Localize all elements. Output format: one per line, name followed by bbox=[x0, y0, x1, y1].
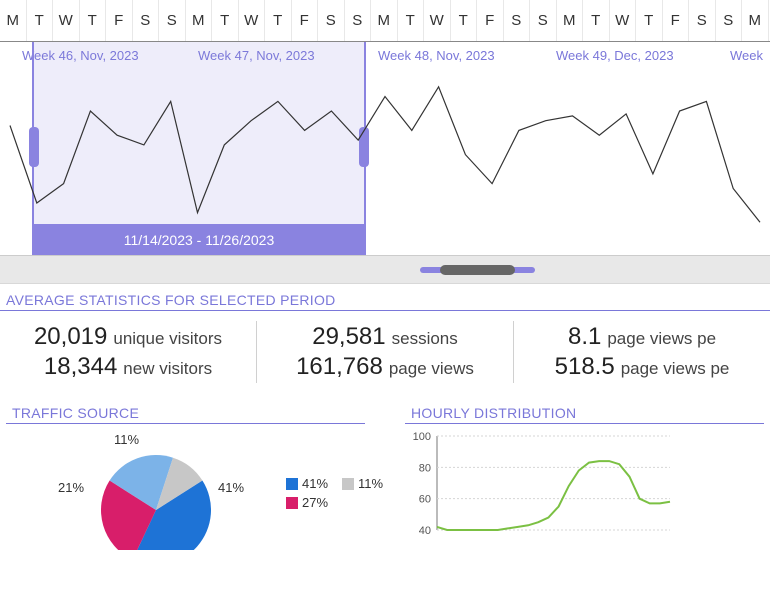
dow-cell: S bbox=[504, 0, 531, 41]
stat-col-2: 29,581 sessions 161,768 page views bbox=[257, 321, 514, 383]
stat-line: 20,019 unique visitors bbox=[18, 323, 238, 351]
stat-col-1: 20,019 unique visitors 18,344 new visitors bbox=[0, 321, 257, 383]
dow-cell: S bbox=[159, 0, 186, 41]
stat-number: 18,344 bbox=[44, 353, 117, 380]
stat-label: page views bbox=[389, 359, 474, 378]
dow-cell: T bbox=[583, 0, 610, 41]
dow-cell: S bbox=[716, 0, 743, 41]
legend-swatch bbox=[286, 497, 298, 509]
week-label: Week 48, Nov, 2023 bbox=[378, 48, 495, 63]
dow-cell: W bbox=[424, 0, 451, 41]
dow-cell: F bbox=[106, 0, 133, 41]
stat-line: 161,768 page views bbox=[275, 353, 495, 381]
legend-text: 41% bbox=[302, 476, 328, 491]
traffic-source-title: TRAFFIC SOURCE bbox=[6, 397, 365, 424]
dow-cell: T bbox=[636, 0, 663, 41]
stat-number: 161,768 bbox=[296, 353, 383, 380]
timeline-chart[interactable]: Week 46, Nov, 2023Week 47, Nov, 2023Week… bbox=[0, 42, 770, 256]
stat-label: page views pe bbox=[607, 329, 716, 348]
dow-cell: S bbox=[345, 0, 372, 41]
stat-col-3: 8.1 page views pe 518.5 page views pe bbox=[514, 321, 770, 383]
dow-cell: S bbox=[318, 0, 345, 41]
stat-line: 8.1 page views pe bbox=[532, 323, 752, 351]
traffic-source-pie: 11% 21% 41% 41%11%27% bbox=[6, 430, 365, 550]
dow-cell: M bbox=[0, 0, 27, 41]
y-tick-label: 60 bbox=[419, 494, 431, 506]
dow-cell: T bbox=[212, 0, 239, 41]
dow-cell: S bbox=[133, 0, 160, 41]
stat-label: unique visitors bbox=[113, 329, 222, 348]
scrollbar-thumb[interactable] bbox=[440, 265, 515, 275]
y-tick-label: 80 bbox=[419, 462, 431, 474]
dow-cell: T bbox=[398, 0, 425, 41]
dow-cell: T bbox=[27, 0, 54, 41]
dow-cell: F bbox=[663, 0, 690, 41]
dow-cell: M bbox=[742, 0, 769, 41]
hourly-dist-chart: 40 60 80 100 bbox=[405, 430, 764, 550]
dow-cell: W bbox=[239, 0, 266, 41]
stat-number: 518.5 bbox=[555, 353, 615, 380]
dow-cell: W bbox=[610, 0, 637, 41]
dow-cell: F bbox=[477, 0, 504, 41]
legend-text: 27% bbox=[302, 495, 328, 510]
dow-cell: S bbox=[530, 0, 557, 41]
stat-number: 20,019 bbox=[34, 323, 107, 350]
legend-row: 41% 11% bbox=[286, 476, 393, 491]
pie-label-41: 41% bbox=[218, 480, 244, 495]
week-label: Week 49, Dec, 2023 bbox=[556, 48, 674, 63]
hourly-dist-title: HOURLY DISTRIBUTION bbox=[405, 397, 764, 424]
y-tick-label: 40 bbox=[419, 525, 431, 537]
dow-header: MTWTFSSMTWTFSSMTWTFSSMTWTFSSMT bbox=[0, 0, 770, 42]
stat-label: new visitors bbox=[123, 359, 212, 378]
pie-legend: 41% 11% 27% bbox=[286, 476, 393, 514]
pie-label-21: 21% bbox=[58, 480, 84, 495]
dow-cell: W bbox=[53, 0, 80, 41]
legend-row: 27% bbox=[286, 495, 393, 510]
week-label: Week bbox=[730, 48, 763, 63]
stat-number: 8.1 bbox=[568, 323, 601, 350]
stat-line: 18,344 new visitors bbox=[18, 353, 238, 381]
dow-cell: M bbox=[371, 0, 398, 41]
hourly-svg: 40 60 80 100 bbox=[405, 430, 675, 540]
stat-label: sessions bbox=[392, 329, 458, 348]
timeline-scrollbar[interactable] bbox=[0, 256, 770, 284]
dow-cell: M bbox=[557, 0, 584, 41]
stat-line: 518.5 page views pe bbox=[532, 353, 752, 381]
stat-line: 29,581 sessions bbox=[275, 323, 495, 351]
stat-label: page views pe bbox=[621, 359, 730, 378]
stats-section-title: AVERAGE STATISTICS FOR SELECTED PERIOD bbox=[0, 284, 770, 311]
dow-cell: T bbox=[265, 0, 292, 41]
dow-cell: S bbox=[689, 0, 716, 41]
timeline-sparkline bbox=[0, 72, 770, 242]
dow-cell: T bbox=[451, 0, 478, 41]
y-tick-label: 100 bbox=[413, 431, 431, 443]
dow-cell: F bbox=[292, 0, 319, 41]
legend-swatch bbox=[342, 478, 354, 490]
stat-number: 29,581 bbox=[312, 323, 385, 350]
legend-swatch bbox=[286, 478, 298, 490]
legend-text: 11% bbox=[358, 476, 383, 491]
stats-row: 20,019unique visitors18,344new visitors … bbox=[0, 311, 770, 397]
pie-label-11: 11% bbox=[114, 432, 139, 447]
dow-cell: M bbox=[186, 0, 213, 41]
dow-cell: T bbox=[80, 0, 107, 41]
